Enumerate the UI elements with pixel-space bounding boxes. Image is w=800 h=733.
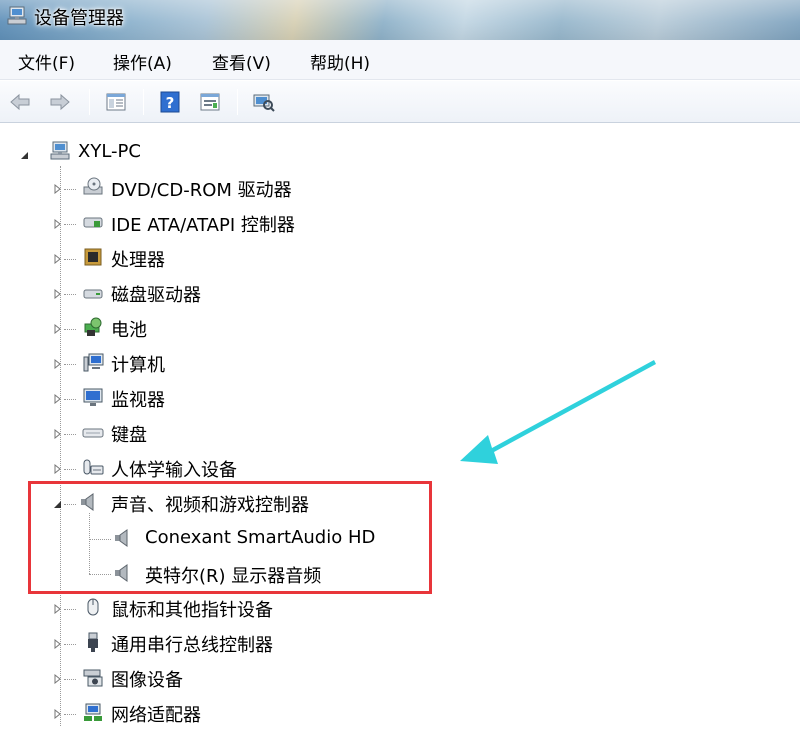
expand-expander-icon[interactable] (53, 639, 62, 649)
update-driver-icon[interactable] (198, 90, 222, 114)
tree-connector-horizontal (64, 294, 76, 295)
tree-item-label[interactable]: 处理器 (111, 246, 165, 272)
menu-view[interactable]: 查看(V) (210, 49, 273, 74)
usb-icon (88, 632, 98, 652)
highlight-box (28, 481, 432, 594)
tree-connector-horizontal (64, 224, 76, 225)
expand-expander-icon[interactable] (53, 709, 62, 719)
scan-hardware-icon[interactable] (252, 90, 276, 114)
menu-help[interactable]: 帮助(H) (308, 49, 372, 74)
expand-expander-icon[interactable] (53, 394, 62, 404)
tree-item-label[interactable]: IDE ATA/ATAPI 控制器 (111, 211, 295, 237)
tree-connector-horizontal (64, 189, 76, 190)
tree-connector-horizontal (64, 469, 76, 470)
tree-root-label[interactable]: XYL-PC (78, 141, 141, 162)
tree-item-label[interactable]: 监视器 (111, 386, 165, 412)
toolbar: ? (0, 81, 800, 123)
mouse-icon (87, 598, 99, 616)
tree-item-label[interactable]: 网络适配器 (111, 701, 201, 727)
expand-expander-icon[interactable] (53, 254, 62, 264)
tree-connector-horizontal (64, 434, 76, 435)
ide-controller-icon (83, 217, 103, 228)
device-tree: XYL-PC DVD/CD-ROM 驱动器 IDE ATA/ATAPI 控制器 … (0, 124, 800, 733)
tree-connector-horizontal (64, 644, 76, 645)
tree-item-label[interactable]: DVD/CD-ROM 驱动器 (111, 176, 292, 202)
tree-item-label[interactable]: 通用串行总线控制器 (111, 631, 273, 657)
menu-bar: 文件(F) 操作(A) 查看(V) 帮助(H) (0, 40, 800, 80)
monitor-icon (83, 388, 103, 406)
computer-icon (50, 141, 70, 160)
processor-icon (84, 248, 102, 266)
expand-expander-icon[interactable] (53, 604, 62, 614)
expand-expander-icon[interactable] (53, 674, 62, 684)
camera-icon (83, 669, 103, 687)
hid-icon (83, 459, 104, 475)
tree-item-label[interactable]: 计算机 (111, 351, 165, 377)
tree-item-label[interactable]: 磁盘驱动器 (111, 281, 201, 307)
battery-icon (84, 317, 102, 336)
device-manager-icon (7, 6, 27, 25)
tree-connector-horizontal (64, 609, 76, 610)
tree-item-label[interactable]: 键盘 (111, 421, 147, 447)
tree-connector-horizontal (64, 364, 76, 365)
menu-file[interactable]: 文件(F) (16, 49, 77, 74)
expand-expander-icon[interactable] (53, 289, 62, 299)
tree-item-label[interactable]: 人体学输入设备 (111, 456, 237, 482)
tree-connector-horizontal (64, 679, 76, 680)
expand-expander-icon[interactable] (53, 219, 62, 229)
dvd-drive-icon (83, 177, 103, 195)
tree-connector-horizontal (64, 259, 76, 260)
expand-expander-icon[interactable] (53, 324, 62, 334)
expand-expander-icon[interactable] (53, 359, 62, 369)
expand-expander-icon[interactable] (53, 429, 62, 439)
tree-item-label[interactable]: 鼠标和其他指针设备 (111, 596, 273, 622)
expand-expander-icon[interactable] (53, 184, 62, 194)
back-icon[interactable] (8, 90, 32, 114)
annotation-arrow-icon (460, 360, 656, 464)
computer-icon (83, 353, 104, 372)
window-title: 设备管理器 (34, 8, 124, 29)
expand-expander-icon[interactable] (53, 464, 62, 474)
forward-icon[interactable] (48, 90, 72, 114)
keyboard-icon (82, 428, 104, 438)
toolbar-separator (89, 89, 90, 115)
menu-action[interactable]: 操作(A) (111, 49, 174, 74)
tree-connector-horizontal (64, 329, 76, 330)
toolbar-separator (237, 89, 238, 115)
tree-item-label[interactable]: 图像设备 (111, 666, 183, 692)
tree-connector-horizontal (64, 714, 76, 715)
disk-drive-icon (83, 289, 103, 299)
svg-text:?: ? (166, 94, 175, 112)
network-adapter-icon (84, 703, 102, 721)
help-icon[interactable]: ? (158, 90, 182, 114)
properties-icon[interactable] (104, 90, 128, 114)
collapse-expander-icon[interactable] (20, 150, 29, 160)
tree-connector-horizontal (64, 399, 76, 400)
title-bar[interactable]: 设备管理器 (0, 0, 800, 40)
tree-item-label[interactable]: 电池 (111, 316, 147, 342)
toolbar-separator (143, 89, 144, 115)
